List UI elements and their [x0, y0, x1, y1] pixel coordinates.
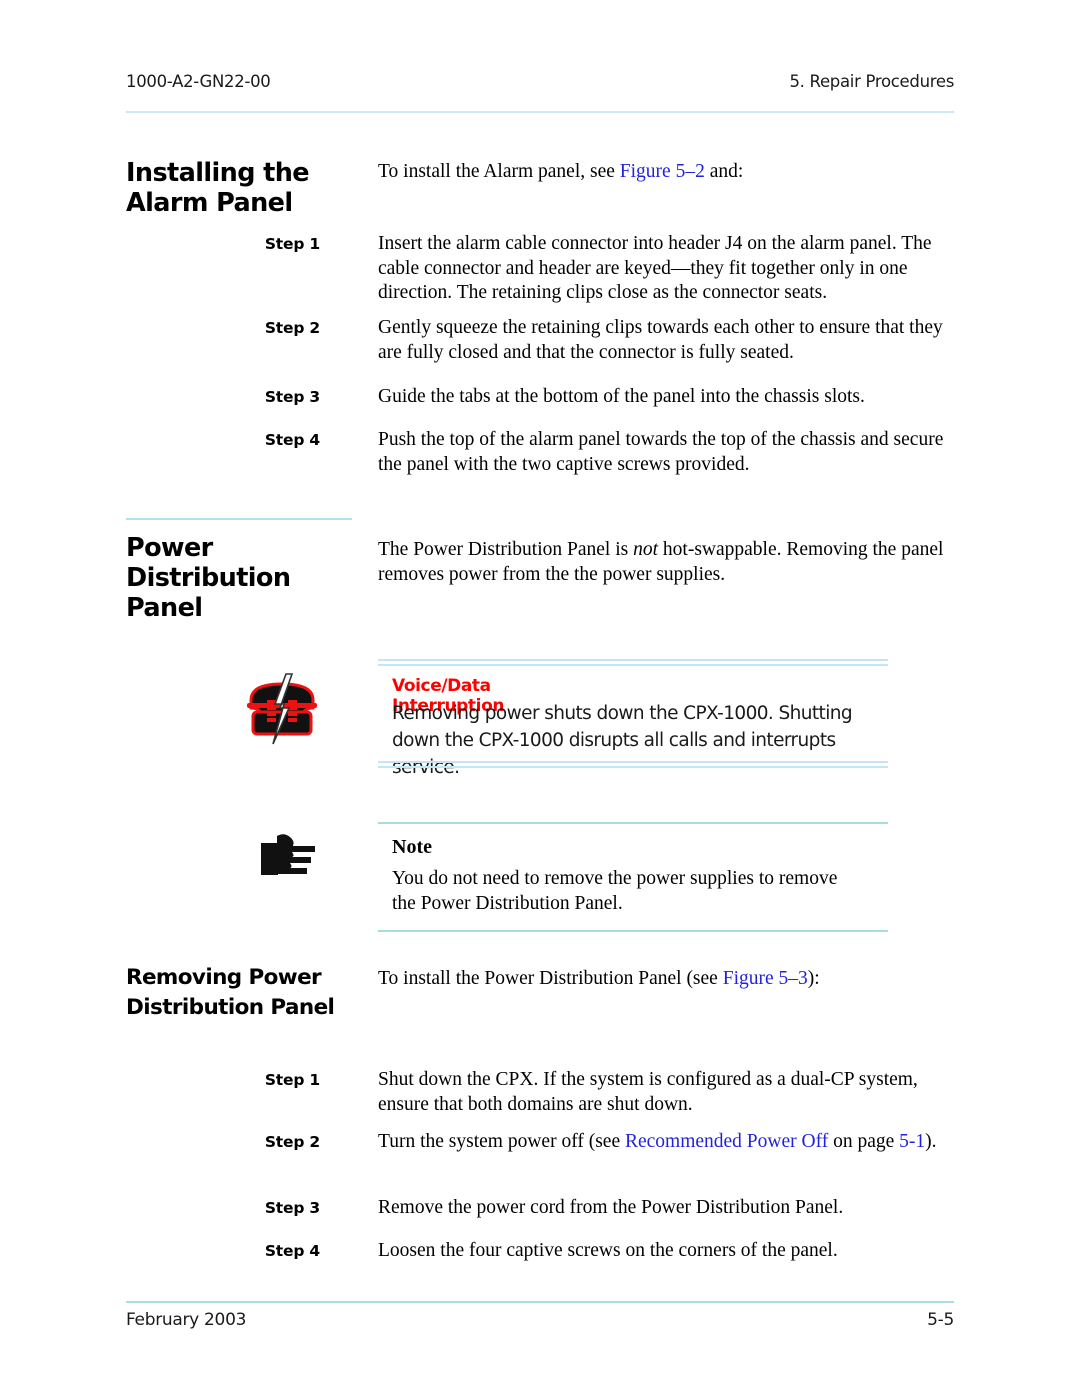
document-page: 1000-A2-GN22-00 5. Repair Procedures Ins…	[0, 0, 1080, 1397]
intro-text-a: The Power Distribution Panel is	[378, 539, 634, 560]
section-heading-rule	[126, 518, 352, 520]
page-5-1-link[interactable]: 5-1	[899, 1131, 925, 1152]
step-body-1-3: Guide the tabs at the bottom of the pane…	[378, 385, 954, 410]
header-chapter-title: 5. Repair Procedures	[789, 72, 954, 91]
footer-date: February 2003	[126, 1310, 247, 1330]
step-label-1-1: Step 1	[264, 235, 320, 253]
step-text: Remove the power cord from the Power Dis…	[378, 1197, 844, 1218]
recommended-power-off-link[interactable]: Recommended Power Off	[625, 1131, 828, 1152]
note-bottom-rule	[378, 930, 888, 932]
step-label-3-1: Step 1	[264, 1071, 320, 1089]
intro-installing-alarm-panel: To install the Alarm panel, see Figure 5…	[378, 160, 954, 185]
warning-top-rule-outer	[378, 659, 888, 661]
note-body: You do not need to remove the power supp…	[392, 868, 838, 914]
figure-5-2-link[interactable]: Figure 5–2	[620, 161, 705, 182]
intro-power-distribution-panel: The Power Distribution Panel is not hot-…	[378, 538, 954, 587]
emphasis-not: not	[633, 539, 659, 560]
heading-removing-power-distribution-panel: Removing Power Distribution Panel	[126, 963, 352, 1023]
step-label-1-2: Step 2	[264, 319, 320, 337]
intro-text-pre: To install the Power Distribution Panel …	[378, 968, 723, 989]
step-text-pre: Turn the system power off (see	[378, 1131, 625, 1152]
footer-page-number: 5-5	[927, 1310, 954, 1330]
header-divider	[126, 111, 954, 113]
step-body-3-2: Turn the system power off (see Recommend…	[378, 1130, 954, 1155]
step-text: Insert the alarm cable connector into he…	[378, 233, 932, 303]
intro-text-post: ):	[807, 968, 820, 989]
step-body-1-1: Insert the alarm cable connector into he…	[378, 232, 954, 306]
step-label-3-4: Step 4	[264, 1242, 320, 1260]
broken-telephone-icon	[237, 670, 327, 748]
header-document-number: 1000-A2-GN22-00	[126, 72, 271, 91]
warning-top-rule-inner	[378, 664, 888, 666]
note-title: Note	[392, 836, 432, 858]
footer-divider	[126, 1301, 954, 1303]
section-heading-text: Power Distribution Panel	[126, 533, 291, 623]
warning-bottom-rule-outer	[378, 761, 888, 763]
step-body-1-2: Gently squeeze the retaining clips towar…	[378, 316, 954, 365]
step-label-3-2: Step 2	[264, 1133, 320, 1151]
step-text: Loosen the four captive screws on the co…	[378, 1240, 838, 1261]
step-label-1-4: Step 4	[264, 431, 320, 449]
running-footer: February 2003 5-5	[126, 1310, 954, 1330]
step-text: Shut down the CPX. If the system is conf…	[378, 1069, 918, 1115]
step-text-post: ).	[925, 1131, 937, 1152]
section-heading-text: Removing Power Distribution Panel	[126, 965, 335, 1020]
figure-5-3-link[interactable]: Figure 5–3	[723, 968, 808, 989]
section-heading-text: Installing the Alarm Panel	[126, 158, 310, 218]
step-label-1-3: Step 3	[264, 388, 320, 406]
step-text: Push the top of the alarm panel towards …	[378, 429, 944, 475]
heading-installing-alarm-panel: Installing the Alarm Panel	[126, 158, 352, 218]
pointing-hand-icon	[259, 832, 327, 880]
step-text: Guide the tabs at the bottom of the pane…	[378, 386, 865, 407]
intro-paragraph: To install the Alarm panel, see Figure 5…	[378, 160, 954, 185]
intro-removing-power-distribution-panel: To install the Power Distribution Panel …	[378, 967, 954, 992]
step-text: Turn the system power off (see Recommend…	[378, 1130, 954, 1155]
step-body-3-3: Remove the power cord from the Power Dis…	[378, 1196, 954, 1221]
warning-bottom-rule-inner	[378, 766, 888, 768]
note-top-rule	[378, 822, 888, 824]
step-body-1-4: Push the top of the alarm panel towards …	[378, 428, 954, 477]
running-header: 1000-A2-GN22-00 5. Repair Procedures	[126, 72, 954, 91]
intro-paragraph: The Power Distribution Panel is not hot-…	[378, 538, 954, 587]
intro-text-post: and:	[704, 161, 744, 182]
step-body-3-4: Loosen the four captive screws on the co…	[378, 1239, 954, 1264]
step-body-3-1: Shut down the CPX. If the system is conf…	[378, 1068, 954, 1117]
intro-text-pre: To install the Alarm panel, see	[378, 161, 620, 182]
warning-body: Removing power shuts down the CPX-1000. …	[392, 703, 853, 778]
step-text: Gently squeeze the retaining clips towar…	[378, 317, 943, 363]
intro-paragraph: To install the Power Distribution Panel …	[378, 967, 954, 992]
step-label-3-3: Step 3	[264, 1199, 320, 1217]
step-text-mid: on page	[828, 1131, 900, 1152]
heading-power-distribution-panel: Power Distribution Panel	[126, 533, 352, 623]
